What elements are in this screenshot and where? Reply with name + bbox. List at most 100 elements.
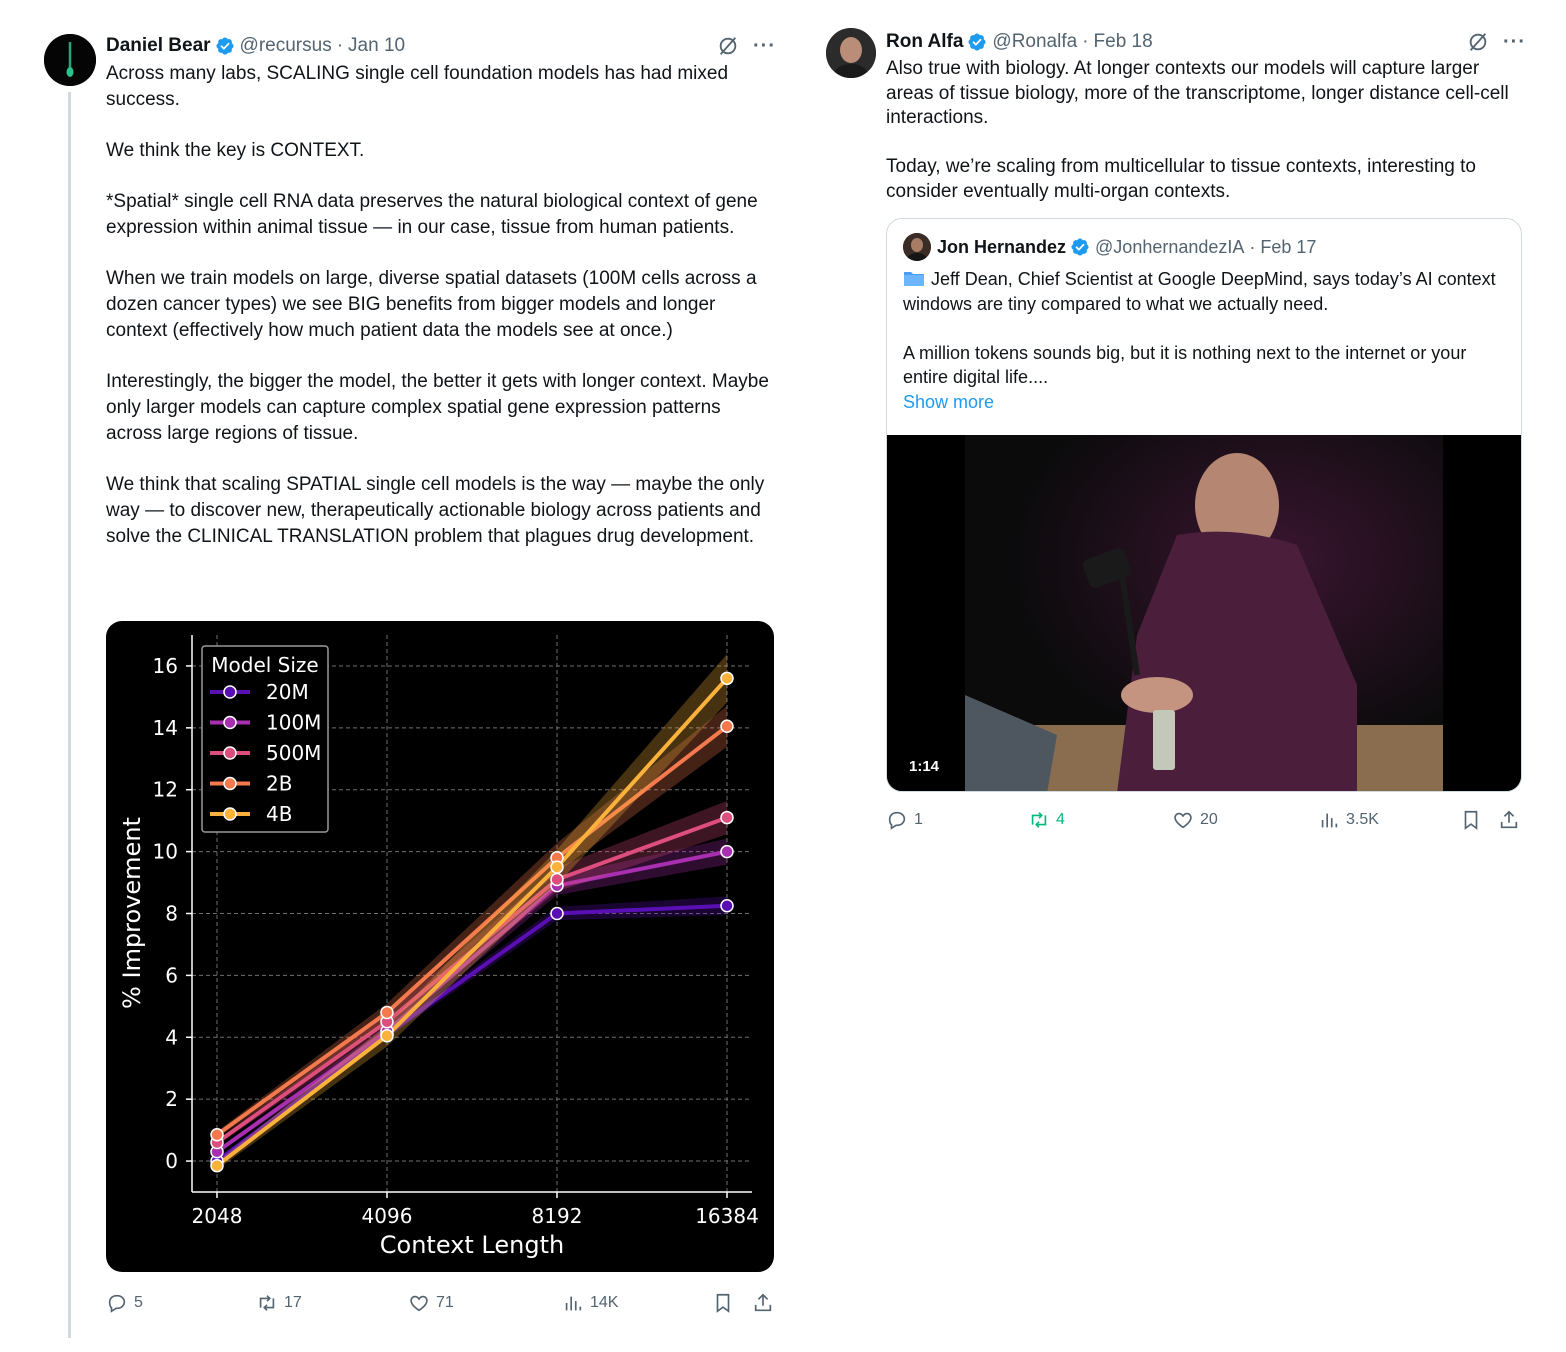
tweet-date[interactable]: Jan 10: [348, 35, 405, 57]
data-point-4B: [380, 1028, 394, 1043]
retweet-icon: [259, 1295, 275, 1311]
views-button[interactable]: 14K: [562, 1292, 618, 1314]
views-icon: [1321, 813, 1338, 828]
x-tick-label: 8192: [532, 1204, 583, 1228]
video-player[interactable]: 1:14: [887, 435, 1521, 791]
more-icon[interactable]: ···: [753, 35, 776, 58]
chart-image[interactable]: 0 2 4 6 8 10 12 14 16 2048 4096 8192 16384 Model Siz…: [106, 621, 774, 1272]
tweet-ron-alfa[interactable]: Ron Alfa @Ronalfa · Feb 18 ··· Also true…: [826, 24, 1526, 844]
separator: ·: [1249, 236, 1256, 257]
tweet-date[interactable]: Feb 18: [1094, 31, 1153, 53]
views-button[interactable]: 3.5K: [1318, 809, 1379, 831]
legend-marker-20M: [223, 685, 237, 699]
legend-label: 4B: [266, 802, 292, 826]
tweet-header: Daniel Bear @recursus · Jan 10 ···: [106, 32, 776, 60]
quote-author-name: Jon Hernandez: [937, 236, 1067, 257]
share-icon: [1500, 810, 1518, 829]
video-duration: 1:14: [903, 756, 946, 777]
reply-icon: [888, 811, 906, 830]
tweet-header: Ron Alfa @Ronalfa · Feb 18 ···: [886, 28, 1526, 56]
grok-icon[interactable]: [717, 35, 739, 57]
bookmark-button[interactable]: [1460, 809, 1482, 831]
like-button[interactable]: 20: [1172, 809, 1218, 831]
retweet-button[interactable]: 17: [256, 1292, 302, 1314]
quoted-tweet[interactable]: Jon Hernandez @JonhernandezIA · Feb 17 J…: [886, 218, 1522, 792]
reply-button[interactable]: 5: [106, 1292, 143, 1314]
bookmark-icon: [716, 1293, 730, 1313]
action-bar: 5 17 71 14K: [106, 1291, 776, 1315]
tweet-paragraph: We think the key is CONTEXT.: [106, 140, 365, 162]
author-handle[interactable]: @recursus: [240, 35, 332, 57]
avatar[interactable]: [44, 34, 96, 86]
legend-label: 2B: [266, 772, 292, 796]
y-tick-label: 10: [153, 840, 178, 864]
views-count: 14K: [590, 1294, 619, 1311]
y-tick-label: 16: [153, 654, 178, 678]
quote-paragraph: Jeff Dean, Chief Scientist at Google Dee…: [903, 267, 1513, 316]
tweet-paragraph: Across many labs, SCALING single cell fo…: [106, 63, 729, 110]
separator: ·: [1082, 31, 1089, 52]
x-axis-label: Context Length: [380, 1231, 564, 1259]
tweet-paragraph: *Spatial* single cell RNA data preserves…: [106, 191, 758, 239]
data-point-500M: [550, 872, 564, 887]
chart-svg: 0 2 4 6 8 10 12 14 16 2048 4096 8192 16384 Model Siz…: [118, 635, 759, 1259]
tweet-daniel-bear[interactable]: Daniel Bear @recursus · Jan 10 ··· Acros…: [44, 28, 784, 1338]
quote-header: Jon Hernandez @JonhernandezIA · Feb 17: [903, 233, 1316, 261]
author-name[interactable]: Ron Alfa: [886, 31, 963, 53]
retweet-button[interactable]: 4: [1028, 809, 1065, 831]
data-point-100M: [720, 844, 734, 859]
reply-button[interactable]: 1: [886, 809, 923, 831]
data-point-4B: [210, 1158, 224, 1173]
grok-icon[interactable]: [1467, 31, 1489, 53]
reply-count: 5: [134, 1294, 143, 1311]
data-point-2B: [380, 1005, 394, 1020]
legend-marker-500M: [223, 746, 237, 760]
share-button[interactable]: [752, 1292, 774, 1314]
x-tick-label: 16384: [695, 1204, 759, 1228]
bookmark-button[interactable]: [712, 1292, 734, 1314]
author-name[interactable]: Daniel Bear: [106, 35, 211, 57]
thread-line: [68, 92, 71, 1338]
author-handle[interactable]: @Ronalfa: [992, 31, 1077, 53]
x-tick-label: 2048: [192, 1204, 243, 1228]
y-axis-label: % Improvement: [118, 817, 146, 1009]
data-point-500M: [720, 810, 734, 825]
quote-date: Feb 17: [1260, 236, 1317, 257]
share-icon: [754, 1293, 772, 1312]
retweet-icon: [1031, 812, 1047, 828]
more-icon[interactable]: ···: [1503, 31, 1526, 54]
views-count: 3.5K: [1346, 811, 1379, 828]
data-point-2B: [720, 719, 734, 734]
y-tick-label: 6: [165, 963, 178, 987]
like-icon: [410, 1295, 428, 1312]
share-button[interactable]: [1498, 809, 1520, 831]
separator: ·: [336, 35, 344, 56]
data-point-4B: [550, 860, 564, 874]
tweet-paragraph: Today, we’re scaling from multicellular …: [886, 156, 1476, 202]
x-tick-label: 4096: [362, 1204, 413, 1228]
reply-icon: [108, 1294, 126, 1313]
y-tick-label: 12: [153, 778, 178, 802]
legend-label: 500M: [266, 741, 321, 765]
bookmark-icon: [1464, 810, 1478, 830]
like-button[interactable]: 71: [408, 1292, 454, 1314]
verified-icon: [968, 33, 986, 51]
video-frame: [887, 435, 1521, 791]
legend-marker-100M: [223, 715, 237, 730]
data-point-2B: [210, 1128, 224, 1142]
action-bar: 1 4 20 3.5K: [886, 808, 1526, 832]
like-count: 71: [436, 1294, 454, 1311]
quote-paragraph: A million tokens sounds big, but it is n…: [903, 342, 1467, 388]
data-point-4B: [720, 671, 734, 686]
legend-label: 20M: [266, 680, 309, 704]
views-icon: [565, 1296, 582, 1311]
tweet-paragraph: We think that scaling SPATIAL single cel…: [106, 474, 765, 547]
like-icon: [1174, 812, 1192, 829]
verified-icon: [216, 37, 234, 55]
tweet-paragraph: Interestingly, the bigger the model, the…: [106, 371, 769, 444]
show-more-link[interactable]: Show more: [903, 390, 1513, 415]
retweet-count: 4: [1056, 811, 1065, 828]
avatar[interactable]: [826, 28, 876, 78]
quote-author-handle: @JonhernandezIA: [1095, 236, 1245, 257]
tweet-paragraph: Also true with biology. At longer contex…: [886, 58, 1509, 129]
